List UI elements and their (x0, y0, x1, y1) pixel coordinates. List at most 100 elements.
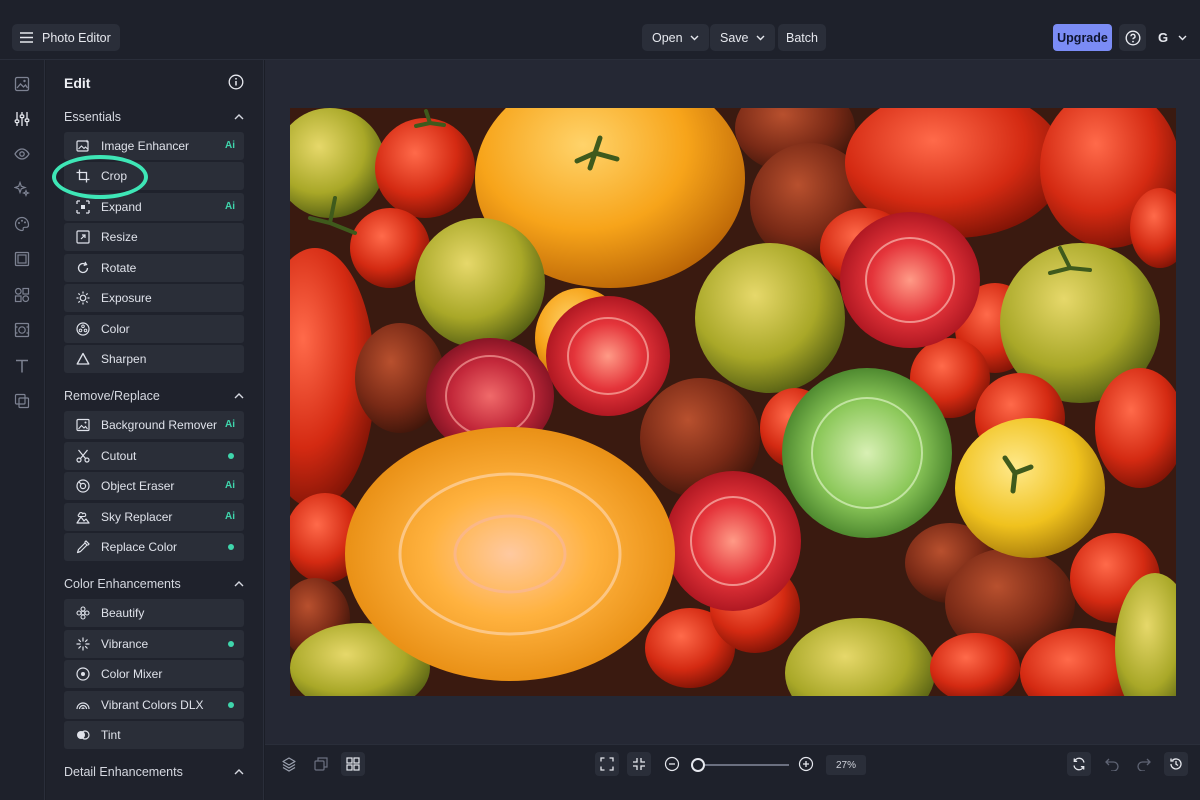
crop-highlight-ring (52, 155, 148, 199)
question-circle-icon (1124, 29, 1141, 46)
section-title: Detail Enhancements (64, 765, 183, 779)
mixer-icon (76, 667, 90, 681)
ai-badge: Ai (225, 480, 235, 491)
chevron-down-icon (1178, 35, 1187, 41)
tool-resize[interactable]: Resize (64, 223, 244, 251)
zoom-out-button[interactable] (660, 752, 684, 776)
frame-icon[interactable] (12, 249, 32, 269)
image-icon[interactable] (12, 74, 32, 94)
layers-button[interactable] (277, 752, 301, 776)
help-button[interactable] (1119, 24, 1146, 51)
app-menu-button[interactable]: Photo Editor (12, 24, 120, 51)
tool-beautify[interactable]: Beautify (64, 599, 244, 627)
shrink-icon (632, 757, 646, 771)
scissors-icon (76, 449, 90, 463)
tool-label: Replace Color (101, 540, 178, 554)
tool-color-mixer[interactable]: Color Mixer (64, 660, 244, 688)
grid-button[interactable] (341, 752, 365, 776)
tool-label: Beautify (101, 606, 145, 620)
tool-cutout[interactable]: Cutout (64, 442, 244, 470)
sky-icon (76, 510, 90, 524)
eraser-icon (76, 479, 90, 493)
zoom-slider-track[interactable] (697, 764, 789, 766)
redo-button[interactable] (1132, 752, 1156, 776)
dropper-icon (76, 540, 90, 554)
eye-icon[interactable] (12, 144, 32, 164)
sparkles-icon[interactable] (12, 179, 32, 199)
tool-sharpen[interactable]: Sharpen (64, 345, 244, 373)
bottom-toolbar (265, 744, 1200, 800)
tool-exposure[interactable]: Exposure (64, 284, 244, 312)
compare-icon (313, 756, 329, 772)
tool-tint[interactable]: Tint (64, 721, 244, 749)
sparkle-icon (76, 637, 90, 651)
tool-rotate[interactable]: Rotate (64, 254, 244, 282)
upgrade-button[interactable]: Upgrade (1053, 24, 1112, 51)
actual-size-button[interactable] (627, 752, 651, 776)
history-button[interactable] (1164, 752, 1188, 776)
compare-button[interactable] (309, 752, 333, 776)
overlay-icon[interactable] (12, 391, 32, 411)
batch-button[interactable]: Batch (778, 24, 826, 51)
open-button[interactable]: Open (642, 24, 709, 51)
zoom-in-button[interactable] (794, 752, 818, 776)
tool-background-remover[interactable]: Background Remover Ai (64, 411, 244, 439)
chevron-up-icon (234, 114, 244, 120)
tool-vibrance[interactable]: Vibrance (64, 630, 244, 658)
zoom-out-icon (664, 756, 680, 772)
text-icon[interactable] (12, 356, 32, 376)
tool-label: Vibrant Colors DLX (101, 698, 204, 712)
tool-label: Vibrance (101, 637, 149, 651)
tomatoes-photo (290, 108, 1176, 696)
open-label: Open (652, 30, 683, 45)
texture-icon[interactable] (12, 320, 32, 340)
tool-label: Color (101, 322, 130, 336)
sun-icon (76, 291, 90, 305)
zoom-slider-handle[interactable] (691, 758, 705, 772)
tool-label: Object Eraser (101, 479, 175, 493)
section-color-enhancements[interactable]: Color Enhancements (64, 575, 244, 593)
sliders-icon[interactable] (12, 109, 32, 129)
user-avatar: G (1158, 30, 1169, 45)
tool-replace-color[interactable]: Replace Color (64, 533, 244, 561)
save-button[interactable]: Save (710, 24, 775, 51)
tool-label: Image Enhancer (101, 139, 190, 153)
reset-button[interactable] (1067, 752, 1091, 776)
history-icon (1169, 757, 1183, 771)
section-remove-replace[interactable]: Remove/Replace (64, 387, 244, 405)
redo-icon (1136, 757, 1152, 771)
save-label: Save (720, 30, 749, 45)
tool-rail (0, 60, 45, 800)
refresh-icon (1072, 757, 1086, 771)
chevron-down-icon (690, 35, 699, 41)
section-essentials[interactable]: Essentials (64, 108, 244, 126)
section-detail-enhancements[interactable]: Detail Enhancements (64, 763, 244, 781)
zoom-in-icon (798, 756, 814, 772)
rainbow-icon (76, 698, 90, 712)
triangle-icon (76, 352, 90, 366)
zoom-value[interactable]: 27% (826, 755, 866, 775)
tool-vibrant-colors-dlx[interactable]: Vibrant Colors DLX (64, 691, 244, 719)
user-menu[interactable]: G (1152, 24, 1197, 51)
expand-icon (76, 200, 90, 214)
undo-button[interactable] (1100, 752, 1124, 776)
tool-color[interactable]: Color (64, 315, 244, 343)
tool-label: Background Remover (101, 418, 218, 432)
layers-icon (281, 756, 297, 772)
shapes-icon[interactable] (12, 285, 32, 305)
tool-sky-replacer[interactable]: Sky Replacer Ai (64, 503, 244, 531)
palette-icon[interactable] (12, 214, 32, 234)
section-title: Remove/Replace (64, 389, 160, 403)
chevron-up-icon (234, 393, 244, 399)
fit-to-screen-button[interactable] (595, 752, 619, 776)
tool-label: Sharpen (101, 352, 147, 366)
status-dot (228, 702, 234, 708)
flower-icon (76, 606, 90, 620)
color-icon (76, 322, 90, 336)
ai-badge: Ai (225, 140, 235, 151)
tool-object-eraser[interactable]: Object Eraser Ai (64, 472, 244, 500)
tool-label: Rotate (101, 261, 137, 275)
photo-preview[interactable] (290, 108, 1176, 696)
ai-badge: Ai (225, 419, 235, 430)
info-icon[interactable] (228, 74, 244, 90)
